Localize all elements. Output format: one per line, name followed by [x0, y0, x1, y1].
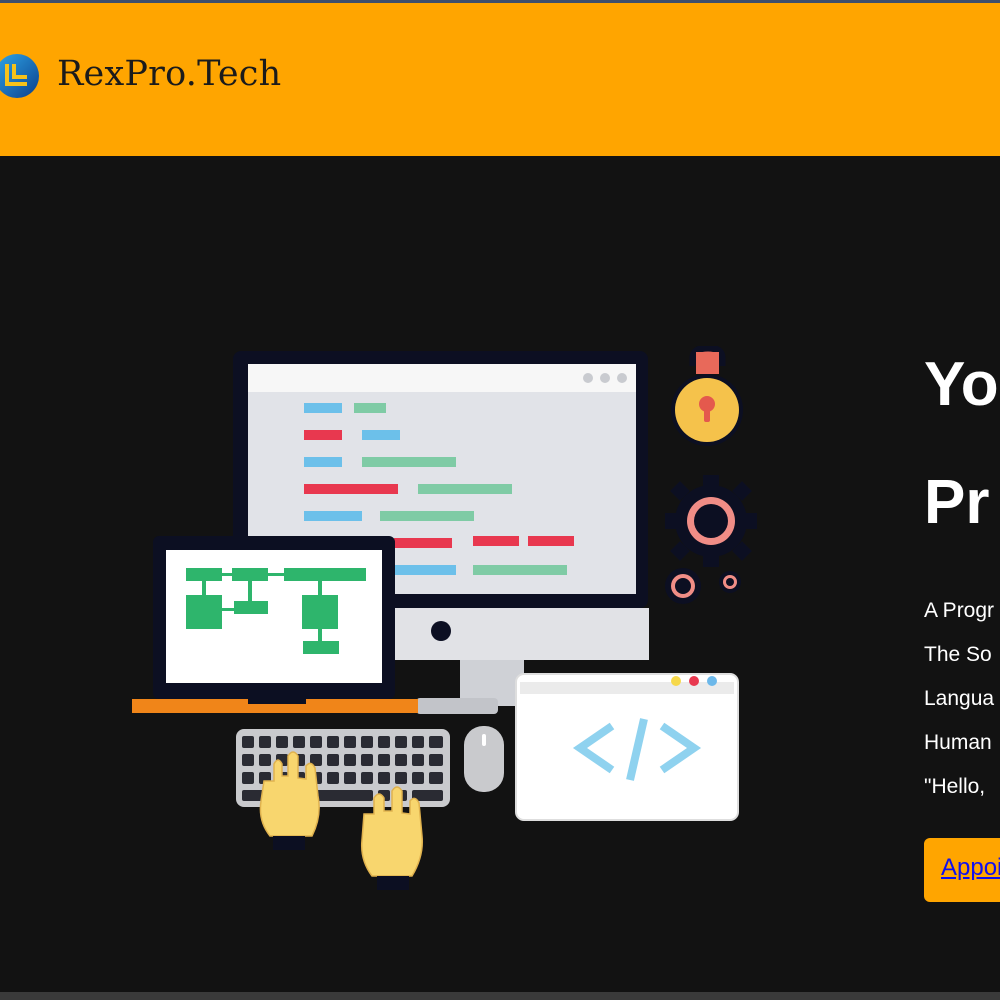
hero-paragraph-line-2: The So [924, 643, 992, 666]
appointment-button[interactable]: Appoi [924, 838, 1000, 902]
appointment-link[interactable]: Appoi [941, 854, 1000, 881]
hero-paragraph-line-5: "Hello, [924, 775, 986, 798]
hero-paragraph-line-3: Langua [924, 687, 995, 710]
brand-name[interactable]: RexPro.Tech [57, 54, 281, 94]
hero-headline-line-2: Pr [924, 468, 990, 537]
window-bottom-border [0, 992, 1000, 1000]
hero-paragraph-line-1: A Progr [924, 599, 995, 622]
hero-section: Yo Pr A Progr The So Langua Human "Hello… [0, 156, 1000, 992]
site-header: RexPro.Tech [0, 3, 1000, 156]
hero-paragraph-line-4: Human [924, 731, 992, 754]
rl-logo-icon[interactable] [0, 53, 40, 99]
developer-workstation-illustration [132, 346, 757, 890]
hero-headline-line-1: Yo [924, 350, 999, 419]
